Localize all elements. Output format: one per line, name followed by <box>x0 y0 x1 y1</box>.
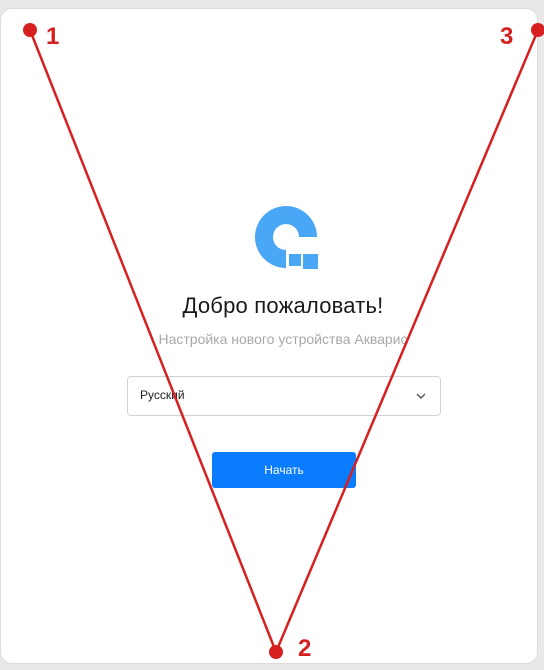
welcome-screen: Добро пожаловать! Настройка нового устро… <box>1 9 537 663</box>
aquarius-logo-icon <box>254 206 318 269</box>
setup-window: Добро пожаловать! Настройка нового устро… <box>0 8 538 664</box>
start-button[interactable]: Начать <box>212 452 356 488</box>
language-select[interactable]: Русский <box>127 376 441 416</box>
chevron-down-icon <box>416 393 426 399</box>
welcome-title: Добро пожаловать! <box>182 293 384 318</box>
language-select-value: Русский <box>140 388 185 402</box>
welcome-subtitle: Настройка нового устройства Акварис <box>158 331 408 347</box>
